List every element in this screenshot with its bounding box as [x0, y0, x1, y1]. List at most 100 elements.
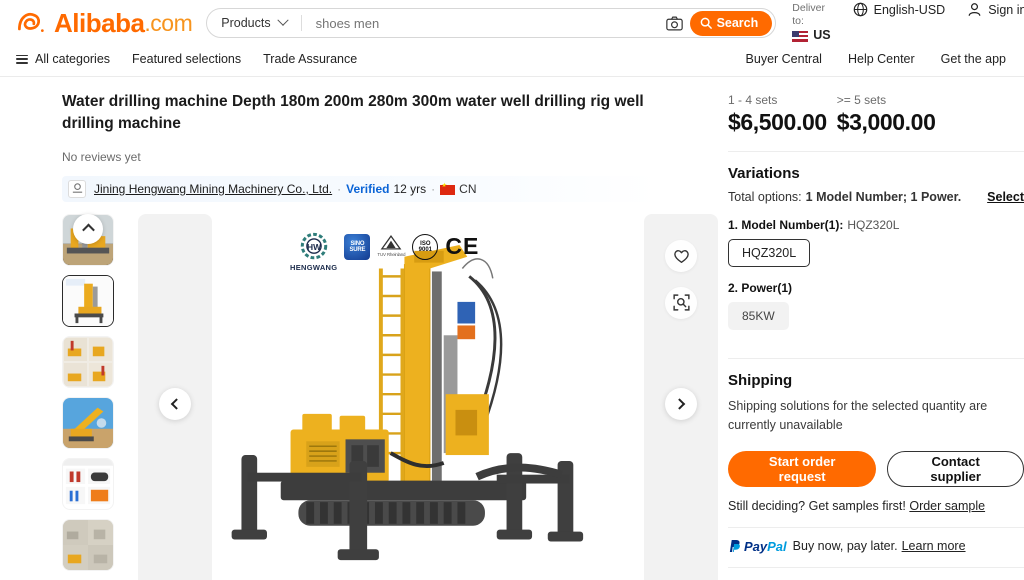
- featured-selections-link[interactable]: Featured selections: [132, 52, 241, 66]
- page-title: Water drilling machine Depth 180m 200m 2…: [62, 93, 644, 133]
- gallery-prev-button[interactable]: [159, 387, 191, 420]
- thumbnail-4[interactable]: [62, 457, 114, 510]
- search-button-label: Search: [716, 16, 759, 30]
- us-flag-icon: [792, 30, 809, 42]
- price-tier-1-qty: >= 5 sets: [836, 93, 887, 107]
- trade-assurance-link[interactable]: Trade Assurance: [263, 52, 357, 66]
- variation-option-model-number[interactable]: HQZ320L: [728, 239, 811, 267]
- price-tier-1-price: $3,000.00: [836, 109, 936, 135]
- cn-flag-icon: [440, 181, 456, 195]
- sinosure-badge: SINO SURE: [344, 233, 371, 260]
- sign-in-label: Sign in: [988, 2, 1024, 17]
- help-center-link[interactable]: Help Center: [848, 52, 915, 66]
- product-left-column: Water drilling machine Depth 180m 200m 2…: [0, 77, 718, 580]
- chevron-up-icon: [81, 223, 95, 237]
- globe-icon: [853, 2, 868, 17]
- image-zoom-search-button[interactable]: [665, 286, 697, 319]
- main-product-image[interactable]: HW HENGWANG SINO SURE TUV Rheinland ISO …: [212, 213, 644, 580]
- review-status: No reviews yet: [62, 149, 141, 164]
- thumbnail-3[interactable]: [62, 396, 114, 449]
- tuv-badge: TUV Rheinland: [377, 234, 406, 257]
- subnav-right-group: Buyer Central Help Center Get the app: [746, 52, 1006, 66]
- supplier-country: CN: [459, 181, 477, 196]
- search-bar: Products Search: [206, 8, 777, 38]
- logo-brand-text: Alibaba: [54, 7, 145, 38]
- chevron-right-icon: [673, 398, 686, 410]
- deliver-to-country: US: [792, 28, 831, 44]
- price-tier-0: 1 - 4 sets $6,500.00: [728, 93, 827, 136]
- deliver-to-selector[interactable]: Deliver to: US: [792, 2, 831, 44]
- gallery-stage: HW HENGWANG SINO SURE TUV Rheinland ISO …: [138, 213, 718, 580]
- variations-divider: [728, 358, 1024, 359]
- variation-option-power[interactable]: 85KW: [728, 302, 789, 330]
- get-the-app-link[interactable]: Get the app: [941, 52, 1006, 66]
- thumbnail-5[interactable]: [62, 518, 114, 571]
- header-right-actions: Deliver to: US English-USD Sign in: [776, 2, 1024, 44]
- cta-buttons-row: Start order request Contact supplier: [728, 450, 1024, 487]
- sub-navigation: All categories Featured selections Trade…: [0, 46, 1024, 72]
- camera-search-icon[interactable]: [662, 10, 688, 36]
- buyer-central-link[interactable]: Buyer Central: [746, 52, 822, 66]
- paypal-icon: [729, 539, 740, 553]
- logo-tld-text: .com: [144, 9, 193, 36]
- iso-bottom-text: 9001: [418, 246, 432, 253]
- total-options-value: 1 Model Number; 1 Power.: [805, 190, 962, 204]
- deliver-country-text: US: [813, 28, 831, 43]
- select-variations-link[interactable]: Select: [987, 190, 1024, 204]
- supplier-info-strip: Jining Hengwang Mining Machinery Co., Lt…: [62, 175, 658, 202]
- thumbnail-2[interactable]: [62, 335, 114, 388]
- chevron-left-icon: [170, 398, 183, 410]
- all-categories-button[interactable]: All categories: [16, 52, 110, 66]
- wishlist-button[interactable]: [665, 239, 697, 272]
- gallery-next-button[interactable]: [665, 387, 697, 420]
- search-category-dropdown[interactable]: Products: [221, 14, 289, 30]
- variations-heading: Variations: [728, 165, 800, 182]
- price-tier-1: >= 5 sets $3,000.00: [837, 93, 936, 136]
- search-input[interactable]: [313, 14, 662, 32]
- hengwang-brand-text: HENGWANG: [290, 262, 338, 272]
- contact-supplier-button[interactable]: Contact supplier: [887, 450, 1024, 487]
- hengwang-logo: HW HENGWANG: [290, 232, 337, 272]
- thumbnail-scroll-up-button[interactable]: [73, 213, 103, 244]
- product-right-column: 1 - 4 sets $6,500.00 >= 5 sets $3,000.00…: [718, 77, 1024, 580]
- total-options-prefix: Total options:: [728, 190, 802, 204]
- tuv-triangle-icon: [380, 234, 402, 250]
- iso-9001-badge: ISO 9001: [412, 233, 439, 260]
- chevron-down-icon: [276, 14, 289, 26]
- hamburger-icon: [16, 54, 28, 64]
- all-categories-label: All categories: [35, 52, 111, 66]
- language-currency-selector[interactable]: English-USD: [853, 2, 946, 17]
- product-page-body: Water drilling machine Depth 180m 200m 2…: [0, 77, 1024, 580]
- paypal-promo-row: Pay Pal Buy now, pay later. Learn more: [728, 539, 1024, 554]
- order-sample-link[interactable]: Order sample: [909, 499, 985, 513]
- order-sample-row: Still deciding? Get samples first! Order…: [728, 499, 1024, 513]
- language-label: English-USD: [873, 2, 946, 17]
- alibaba-logo[interactable]: Alibaba .com: [16, 7, 193, 39]
- thumbnail-1[interactable]: [62, 274, 114, 327]
- supplier-years: 12 yrs: [393, 181, 427, 196]
- variation-group-0-title: 1. Model Number(1):: [728, 218, 844, 232]
- thumbnail-list: [62, 213, 114, 580]
- svg-text:HW: HW: [307, 242, 321, 252]
- supplier-separator-2: ·: [431, 181, 436, 196]
- paypal-learn-more-link[interactable]: Learn more: [902, 539, 966, 553]
- start-order-request-button[interactable]: Start order request: [728, 450, 877, 487]
- shipping-heading: Shipping: [728, 372, 793, 389]
- paypal-logo: Pay Pal: [728, 539, 787, 554]
- subnav-left-group: All categories Featured selections Trade…: [16, 52, 357, 66]
- gallery-action-buttons: [665, 239, 697, 319]
- bottom-divider: [728, 566, 1024, 568]
- supplier-logo-icon: [68, 179, 86, 198]
- ce-mark: CE: [445, 232, 480, 259]
- price-tier-0-price: $6,500.00: [728, 109, 827, 135]
- shipping-message: Shipping solutions for the selected quan…: [728, 399, 988, 432]
- price-tier-row: 1 - 4 sets $6,500.00 >= 5 sets $3,000.00: [728, 93, 1024, 136]
- supplier-name-link[interactable]: Jining Hengwang Mining Machinery Co., Lt…: [94, 182, 332, 196]
- variation-group-1-title: 2. Power(1): [728, 281, 793, 295]
- sample-prompt-text: Still deciding? Get samples first!: [728, 498, 906, 513]
- search-button[interactable]: Search: [689, 10, 773, 36]
- site-header: Alibaba.com Products Search: [0, 0, 1024, 46]
- search-divider: [300, 15, 302, 31]
- paypal-divider: [728, 526, 1024, 528]
- sign-in-button[interactable]: Sign in: [967, 2, 1024, 17]
